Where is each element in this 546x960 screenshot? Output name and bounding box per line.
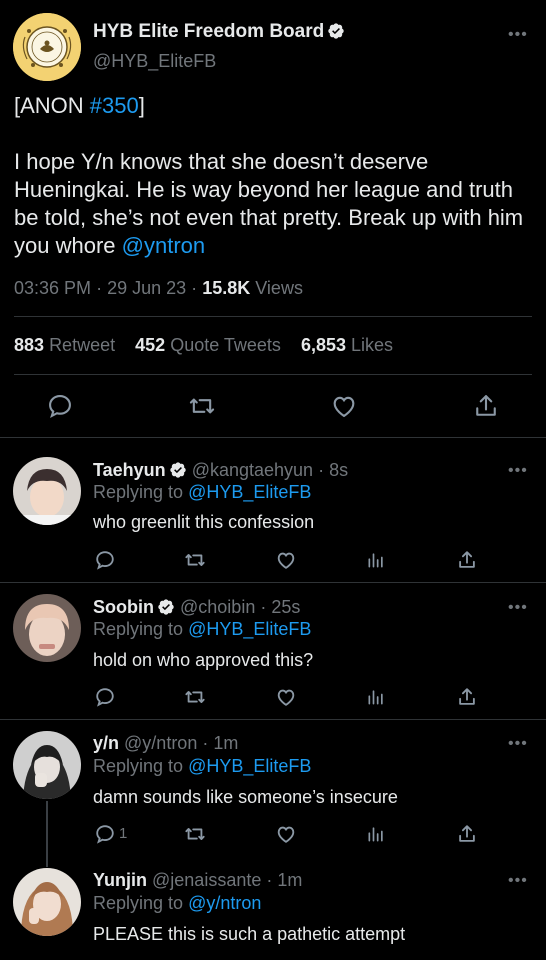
reply-handle[interactable]: @kangtaehyun bbox=[192, 460, 313, 480]
replying-to-link[interactable]: @HYB_EliteFB bbox=[188, 756, 311, 776]
reply-author-name[interactable]: Soobin bbox=[93, 597, 154, 617]
separator-dot: · bbox=[260, 597, 267, 617]
likes-stat[interactable]: 6,853 Likes bbox=[301, 335, 393, 355]
reply-time[interactable]: 1m bbox=[213, 733, 238, 753]
divider bbox=[14, 316, 532, 317]
reply-text: who greenlit this confession bbox=[93, 512, 315, 532]
quotes-count: 452 bbox=[135, 335, 166, 355]
thread-connector-line bbox=[46, 801, 48, 867]
divider bbox=[14, 374, 532, 375]
quotes-stat[interactable]: 452 Quote Tweets bbox=[135, 335, 281, 355]
retweet-icon[interactable] bbox=[184, 686, 206, 708]
tweet-time[interactable]: 03:36 PM bbox=[14, 278, 91, 298]
retweet-icon[interactable] bbox=[188, 392, 216, 420]
tweet-body-text: I hope Y/n knows that she doesn’t deserv… bbox=[14, 149, 524, 258]
user-photo-icon bbox=[13, 731, 81, 799]
verified-badge-icon bbox=[170, 462, 186, 478]
avatar[interactable] bbox=[13, 457, 81, 525]
like-heart-icon[interactable] bbox=[275, 823, 297, 845]
views-analytics-icon[interactable] bbox=[366, 550, 386, 570]
replying-label: Replying to bbox=[93, 619, 184, 639]
separator-dot: · bbox=[191, 278, 198, 298]
user-photo-icon bbox=[13, 457, 81, 525]
likes-label: Likes bbox=[351, 335, 394, 355]
reply-count: 1 bbox=[119, 825, 128, 842]
retweet-icon[interactable] bbox=[184, 823, 206, 845]
reply-icon[interactable] bbox=[94, 823, 116, 845]
retweet-icon[interactable] bbox=[184, 549, 206, 571]
user-photo-icon bbox=[13, 594, 81, 662]
mention-link[interactable]: @yntron bbox=[122, 233, 205, 258]
reply-time[interactable]: 25s bbox=[271, 597, 300, 617]
replying-label: Replying to bbox=[93, 756, 184, 776]
reply-handle[interactable]: @jenaissante bbox=[152, 870, 261, 890]
tweet-body: I hope Y/n knows that she doesn’t deserv… bbox=[14, 148, 536, 260]
more-options-icon[interactable]: ••• bbox=[508, 462, 528, 480]
display-name[interactable]: HYB Elite Freedom Board bbox=[93, 21, 324, 42]
account-avatar[interactable] bbox=[13, 13, 81, 81]
reply-author-name[interactable]: Yunjin bbox=[93, 870, 147, 890]
retweets-count: 883 bbox=[14, 335, 45, 355]
more-options-icon[interactable]: ••• bbox=[508, 735, 528, 753]
reply-author-name[interactable]: y/n bbox=[93, 733, 119, 753]
more-options-icon[interactable]: ••• bbox=[508, 599, 528, 617]
like-heart-icon[interactable] bbox=[275, 686, 297, 708]
retweets-label: Retweet bbox=[49, 335, 116, 355]
anon-suffix: ] bbox=[138, 93, 145, 118]
like-heart-icon[interactable] bbox=[275, 549, 297, 571]
reply-icon[interactable] bbox=[46, 392, 74, 420]
divider bbox=[0, 719, 546, 720]
separator-dot: · bbox=[318, 460, 325, 480]
verified-badge-icon bbox=[158, 599, 174, 615]
like-heart-icon[interactable] bbox=[330, 392, 358, 420]
share-icon[interactable] bbox=[456, 549, 478, 571]
handle[interactable]: @HYB_EliteFB bbox=[93, 51, 216, 72]
replying-to-link[interactable]: @HYB_EliteFB bbox=[188, 482, 311, 502]
tweet-stats-row: 883 Retweet 452 Quote Tweets 6,853 Likes bbox=[14, 335, 393, 356]
separator-dot: · bbox=[202, 733, 209, 753]
replying-to-link[interactable]: @HYB_EliteFB bbox=[188, 619, 311, 639]
user-photo-icon bbox=[13, 868, 81, 936]
reply-icon[interactable] bbox=[94, 686, 116, 708]
avatar[interactable] bbox=[13, 868, 81, 936]
seal-logo-icon bbox=[13, 13, 81, 81]
views-count: 15.8K bbox=[202, 278, 251, 298]
more-options-icon[interactable]: ••• bbox=[508, 26, 528, 44]
avatar[interactable] bbox=[13, 594, 81, 662]
reply-time[interactable]: 1m bbox=[277, 870, 302, 890]
more-options-icon[interactable]: ••• bbox=[508, 872, 528, 890]
reply-text: hold on who approved this? bbox=[93, 650, 314, 670]
views-analytics-icon[interactable] bbox=[366, 687, 386, 707]
views-analytics-icon[interactable] bbox=[366, 824, 386, 844]
reply-handle[interactable]: @choibin bbox=[180, 597, 255, 617]
tweet-timestamp-row: 03:36 PM · 29 Jun 23 · 15.8K Views bbox=[14, 278, 303, 299]
replying-to-link[interactable]: @y/ntron bbox=[188, 893, 261, 913]
separator-dot: · bbox=[96, 278, 103, 298]
share-icon[interactable] bbox=[456, 823, 478, 845]
verified-badge-icon bbox=[328, 23, 344, 39]
reply-author-name[interactable]: Taehyun bbox=[93, 460, 166, 480]
views-label: Views bbox=[255, 278, 303, 298]
reply-handle[interactable]: @y/ntron bbox=[124, 733, 197, 753]
retweets-stat[interactable]: 883 Retweet bbox=[14, 335, 115, 355]
separator-dot: · bbox=[266, 870, 273, 890]
likes-count: 6,853 bbox=[300, 335, 347, 355]
divider bbox=[0, 582, 546, 583]
avatar[interactable] bbox=[13, 731, 81, 799]
reply-time[interactable]: 8s bbox=[329, 460, 348, 480]
share-icon[interactable] bbox=[472, 392, 500, 420]
tweet-date[interactable]: 29 Jun 23 bbox=[107, 278, 186, 298]
tweet-anon-line: [ANON #350] bbox=[14, 92, 534, 120]
replying-label: Replying to bbox=[93, 893, 184, 913]
reply-icon[interactable] bbox=[94, 549, 116, 571]
divider bbox=[0, 437, 546, 438]
share-icon[interactable] bbox=[456, 686, 478, 708]
quotes-label: Quote Tweets bbox=[170, 335, 281, 355]
hashtag-link[interactable]: #350 bbox=[90, 93, 139, 118]
reply-text: PLEASE this is such a pathetic attempt bbox=[93, 924, 406, 944]
reply-text: damn sounds like someone’s insecure bbox=[93, 787, 398, 807]
anon-prefix: [ANON bbox=[14, 93, 90, 118]
replying-label: Replying to bbox=[93, 482, 184, 502]
